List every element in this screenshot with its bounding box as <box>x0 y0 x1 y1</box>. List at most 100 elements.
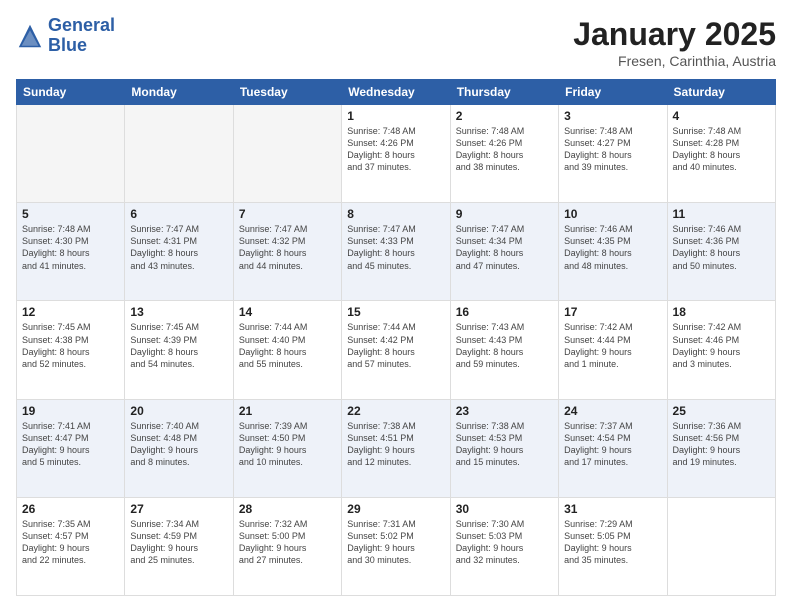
day-info: Sunrise: 7:29 AM Sunset: 5:05 PM Dayligh… <box>564 518 661 567</box>
calendar-row-1: 1 Sunrise: 7:48 AM Sunset: 4:26 PM Daylig… <box>17 105 776 203</box>
day-info: Sunrise: 7:48 AM Sunset: 4:27 PM Dayligh… <box>564 125 661 174</box>
calendar-cell: 3 Sunrise: 7:48 AM Sunset: 4:27 PM Daylig… <box>559 105 667 203</box>
calendar-cell: 7 Sunrise: 7:47 AM Sunset: 4:32 PM Daylig… <box>233 203 341 301</box>
day-number: 10 <box>564 207 661 221</box>
day-info: Sunrise: 7:48 AM Sunset: 4:30 PM Dayligh… <box>22 223 119 272</box>
calendar-row-5: 26 Sunrise: 7:35 AM Sunset: 4:57 PM Dayli… <box>17 497 776 595</box>
day-number: 30 <box>456 502 553 516</box>
col-friday: Friday <box>559 80 667 105</box>
day-number: 2 <box>456 109 553 123</box>
day-number: 17 <box>564 305 661 319</box>
day-info: Sunrise: 7:46 AM Sunset: 4:35 PM Dayligh… <box>564 223 661 272</box>
day-info: Sunrise: 7:38 AM Sunset: 4:51 PM Dayligh… <box>347 420 444 469</box>
calendar-cell: 9Sunrise: 7:47 AM Sunset: 4:34 PM Daylig… <box>450 203 558 301</box>
calendar-cell: 16 Sunrise: 7:43 AM Sunset: 4:43 PM Dayli… <box>450 301 558 399</box>
day-info: Sunrise: 7:42 AM Sunset: 4:46 PM Dayligh… <box>673 321 770 370</box>
day-info: Sunrise: 7:44 AM Sunset: 4:40 PM Dayligh… <box>239 321 336 370</box>
calendar-cell: 15 Sunrise: 7:44 AM Sunset: 4:42 PM Dayli… <box>342 301 450 399</box>
calendar-cell: 11Sunrise: 7:46 AM Sunset: 4:36 PM Dayli… <box>667 203 775 301</box>
day-number: 19 <box>22 404 119 418</box>
calendar-cell: 21 Sunrise: 7:39 AM Sunset: 4:50 PM Dayli… <box>233 399 341 497</box>
day-number: 13 <box>130 305 227 319</box>
day-number: 16 <box>456 305 553 319</box>
day-info: Sunrise: 7:44 AM Sunset: 4:42 PM Dayligh… <box>347 321 444 370</box>
col-sunday: Sunday <box>17 80 125 105</box>
day-number: 28 <box>239 502 336 516</box>
calendar-cell: 25 Sunrise: 7:36 AM Sunset: 4:56 PM Dayli… <box>667 399 775 497</box>
calendar-row-3: 12 Sunrise: 7:45 AM Sunset: 4:38 PM Dayli… <box>17 301 776 399</box>
calendar-cell: 27 Sunrise: 7:34 AM Sunset: 4:59 PM Dayli… <box>125 497 233 595</box>
calendar-cell <box>125 105 233 203</box>
calendar-cell: 29Sunrise: 7:31 AM Sunset: 5:02 PM Dayli… <box>342 497 450 595</box>
calendar-cell: 4 Sunrise: 7:48 AM Sunset: 4:28 PM Daylig… <box>667 105 775 203</box>
calendar-cell: 1 Sunrise: 7:48 AM Sunset: 4:26 PM Daylig… <box>342 105 450 203</box>
day-number: 22 <box>347 404 444 418</box>
header: General Blue January 2025 Fresen, Carint… <box>16 16 776 69</box>
calendar-cell: 31 Sunrise: 7:29 AM Sunset: 5:05 PM Dayli… <box>559 497 667 595</box>
day-number: 26 <box>22 502 119 516</box>
calendar-cell: 22 Sunrise: 7:38 AM Sunset: 4:51 PM Dayli… <box>342 399 450 497</box>
day-number: 25 <box>673 404 770 418</box>
calendar-cell: 12 Sunrise: 7:45 AM Sunset: 4:38 PM Dayli… <box>17 301 125 399</box>
day-info: Sunrise: 7:34 AM Sunset: 4:59 PM Dayligh… <box>130 518 227 567</box>
day-number: 4 <box>673 109 770 123</box>
col-thursday: Thursday <box>450 80 558 105</box>
day-info: Sunrise: 7:35 AM Sunset: 4:57 PM Dayligh… <box>22 518 119 567</box>
day-info: Sunrise: 7:48 AM Sunset: 4:26 PM Dayligh… <box>347 125 444 174</box>
day-info: Sunrise: 7:48 AM Sunset: 4:26 PM Dayligh… <box>456 125 553 174</box>
col-saturday: Saturday <box>667 80 775 105</box>
location: Fresen, Carinthia, Austria <box>573 53 776 69</box>
day-number: 11 <box>673 207 770 221</box>
day-number: 18 <box>673 305 770 319</box>
col-wednesday: Wednesday <box>342 80 450 105</box>
calendar-cell: 19Sunrise: 7:41 AM Sunset: 4:47 PM Dayli… <box>17 399 125 497</box>
calendar-cell: 17Sunrise: 7:42 AM Sunset: 4:44 PM Dayli… <box>559 301 667 399</box>
day-info: Sunrise: 7:31 AM Sunset: 5:02 PM Dayligh… <box>347 518 444 567</box>
day-number: 6 <box>130 207 227 221</box>
calendar-header-row: Sunday Monday Tuesday Wednesday Thursday… <box>17 80 776 105</box>
day-number: 14 <box>239 305 336 319</box>
logo-text: General Blue <box>48 16 115 56</box>
page: General Blue January 2025 Fresen, Carint… <box>0 0 792 612</box>
day-number: 15 <box>347 305 444 319</box>
day-number: 21 <box>239 404 336 418</box>
calendar-cell: 24 Sunrise: 7:37 AM Sunset: 4:54 PM Dayli… <box>559 399 667 497</box>
day-info: Sunrise: 7:48 AM Sunset: 4:28 PM Dayligh… <box>673 125 770 174</box>
day-number: 31 <box>564 502 661 516</box>
calendar-cell: 5 Sunrise: 7:48 AM Sunset: 4:30 PM Daylig… <box>17 203 125 301</box>
day-number: 7 <box>239 207 336 221</box>
day-info: Sunrise: 7:47 AM Sunset: 4:34 PM Dayligh… <box>456 223 553 272</box>
day-info: Sunrise: 7:36 AM Sunset: 4:56 PM Dayligh… <box>673 420 770 469</box>
day-number: 23 <box>456 404 553 418</box>
day-info: Sunrise: 7:39 AM Sunset: 4:50 PM Dayligh… <box>239 420 336 469</box>
col-monday: Monday <box>125 80 233 105</box>
day-info: Sunrise: 7:37 AM Sunset: 4:54 PM Dayligh… <box>564 420 661 469</box>
calendar-cell: 30 Sunrise: 7:30 AM Sunset: 5:03 PM Dayli… <box>450 497 558 595</box>
day-number: 12 <box>22 305 119 319</box>
day-info: Sunrise: 7:43 AM Sunset: 4:43 PM Dayligh… <box>456 321 553 370</box>
calendar-cell: 6Sunrise: 7:47 AM Sunset: 4:31 PM Daylig… <box>125 203 233 301</box>
day-number: 24 <box>564 404 661 418</box>
month-title: January 2025 <box>573 16 776 53</box>
day-info: Sunrise: 7:45 AM Sunset: 4:38 PM Dayligh… <box>22 321 119 370</box>
calendar-cell <box>667 497 775 595</box>
day-info: Sunrise: 7:30 AM Sunset: 5:03 PM Dayligh… <box>456 518 553 567</box>
day-number: 5 <box>22 207 119 221</box>
day-number: 1 <box>347 109 444 123</box>
day-info: Sunrise: 7:45 AM Sunset: 4:39 PM Dayligh… <box>130 321 227 370</box>
calendar-cell: 2 Sunrise: 7:48 AM Sunset: 4:26 PM Daylig… <box>450 105 558 203</box>
logo-icon <box>16 22 44 50</box>
logo: General Blue <box>16 16 115 56</box>
day-number: 27 <box>130 502 227 516</box>
day-number: 3 <box>564 109 661 123</box>
day-info: Sunrise: 7:38 AM Sunset: 4:53 PM Dayligh… <box>456 420 553 469</box>
day-number: 20 <box>130 404 227 418</box>
day-info: Sunrise: 7:47 AM Sunset: 4:32 PM Dayligh… <box>239 223 336 272</box>
col-tuesday: Tuesday <box>233 80 341 105</box>
logo-line2: Blue <box>48 36 115 56</box>
calendar-cell: 13 Sunrise: 7:45 AM Sunset: 4:39 PM Dayli… <box>125 301 233 399</box>
day-info: Sunrise: 7:40 AM Sunset: 4:48 PM Dayligh… <box>130 420 227 469</box>
calendar-cell: 26 Sunrise: 7:35 AM Sunset: 4:57 PM Dayli… <box>17 497 125 595</box>
calendar-cell <box>17 105 125 203</box>
day-number: 8 <box>347 207 444 221</box>
